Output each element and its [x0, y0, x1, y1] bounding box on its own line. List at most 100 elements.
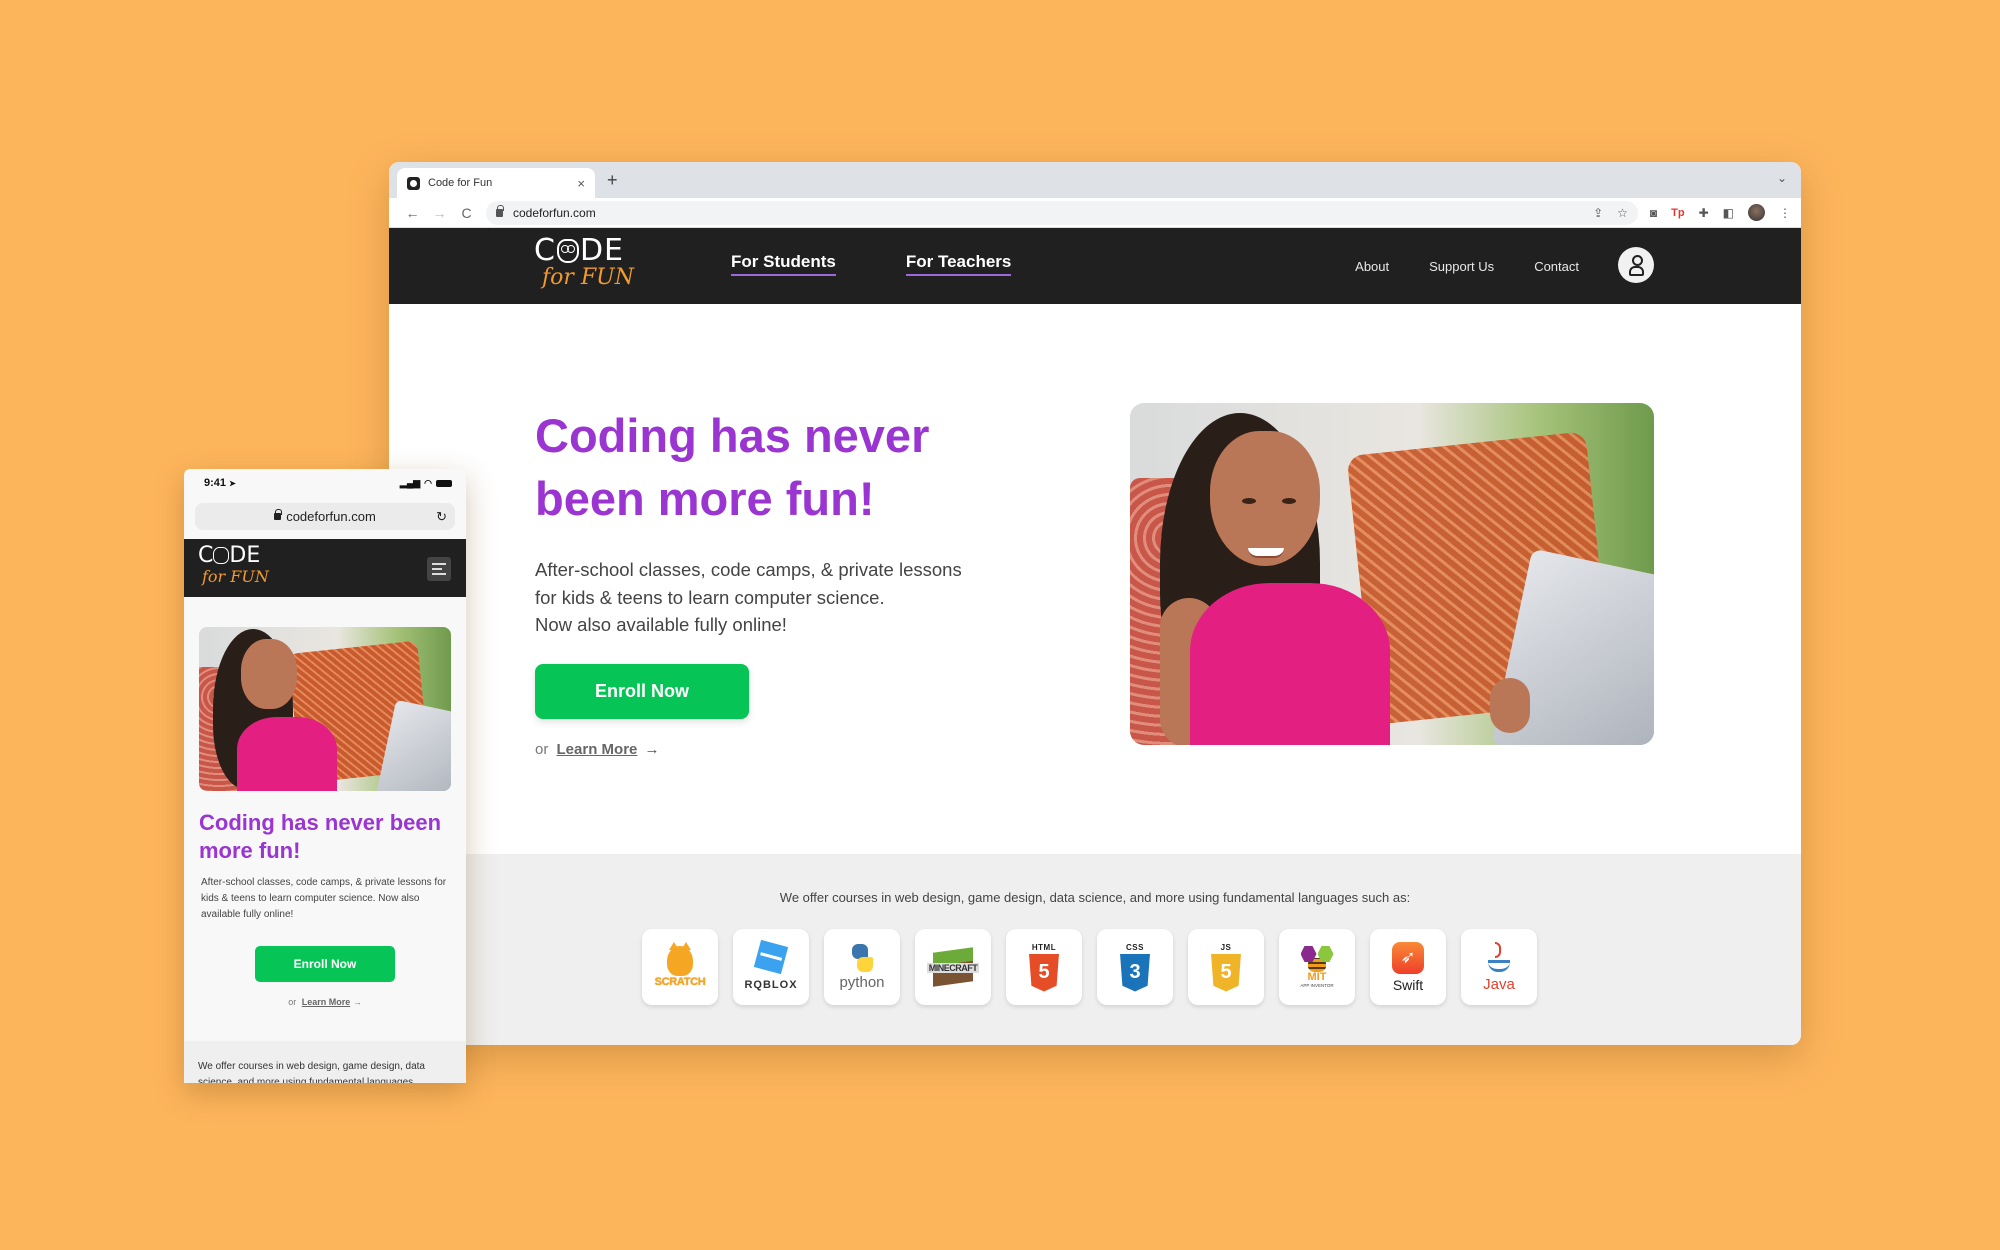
- profile-avatar[interactable]: [1748, 204, 1765, 221]
- logo-de: DE: [579, 233, 625, 268]
- languages-section: We offer courses in web design, game des…: [389, 854, 1801, 1045]
- url-text: codeforfun.com: [513, 205, 596, 220]
- nav-for-students[interactable]: For Students: [731, 252, 836, 276]
- lang-card-css[interactable]: CSS 3: [1097, 929, 1173, 1005]
- desktop-browser-window: Code for Fun × + ⌄ ← → C codeforfun.com …: [389, 162, 1801, 1045]
- logo-c: C: [534, 233, 556, 268]
- lang-card-python[interactable]: python: [824, 929, 900, 1005]
- nav-about[interactable]: About: [1355, 259, 1389, 274]
- hero-subtitle-line: Now also available fully online!: [535, 614, 787, 635]
- kebab-menu-icon[interactable]: ⋮: [1779, 206, 1791, 220]
- lang-label: RQBLOX: [744, 979, 798, 991]
- side-panel-icon[interactable]: ◧: [1723, 206, 1734, 220]
- hero-subtitle-line: After-school classes, code camps, & priv…: [535, 559, 962, 580]
- mobile-hero-title: Coding has never been more fun!: [199, 810, 442, 863]
- star-icon[interactable]: ☆: [1617, 206, 1628, 220]
- enroll-now-button[interactable]: Enroll Now: [535, 664, 749, 719]
- back-button[interactable]: ←: [399, 205, 426, 221]
- lang-label: HTML: [1031, 942, 1057, 952]
- mobile-site-header: C DE for FUN: [184, 539, 466, 597]
- mobile-learn-more-link[interactable]: Learn More: [302, 997, 351, 1007]
- java-coffee-cup-icon: [1486, 941, 1512, 976]
- new-tab-button[interactable]: +: [607, 170, 618, 191]
- lang-card-scratch[interactable]: SCRATCH: [642, 929, 718, 1005]
- status-icons: ▂▄▆ ◠: [400, 478, 452, 489]
- photo-hand: [1490, 678, 1530, 733]
- reload-icon[interactable]: ↻: [436, 509, 447, 525]
- hero-subtitle: After-school classes, code camps, & priv…: [535, 556, 1035, 639]
- html5-shield-icon: 5: [1029, 953, 1059, 992]
- js-shield-icon: 5: [1211, 953, 1241, 992]
- languages-caption: We offer courses in web design, game des…: [779, 890, 1411, 905]
- swift-bird-icon: ➶: [1392, 941, 1424, 974]
- browser-tab[interactable]: Code for Fun ×: [397, 168, 595, 198]
- lang-card-mit-app-inventor[interactable]: MIT APP INVENTOR: [1279, 929, 1355, 1005]
- ios-status-bar: 9:41 ➤ ▂▄▆ ◠: [184, 469, 466, 497]
- account-user-icon[interactable]: [1618, 247, 1654, 283]
- learn-more-row: or Learn More →: [535, 741, 660, 758]
- address-bar[interactable]: codeforfun.com ⇪ ☆: [486, 200, 1638, 225]
- extensions-area: ◙ Tp ✚ ◧ ⋮: [1650, 204, 1791, 221]
- tab-title: Code for Fun: [428, 177, 493, 189]
- share-icon[interactable]: ⇪: [1593, 206, 1603, 220]
- languages-grid: SCRATCH RQBLOX python MINECRAFT HTML 5 C…: [642, 929, 1537, 1005]
- nav-support-us[interactable]: Support Us: [1429, 259, 1494, 274]
- site-header: C DE for FUN For Students For Teachers Ab…: [389, 228, 1801, 304]
- hamburger-menu-icon[interactable]: [427, 557, 451, 581]
- reload-button[interactable]: C: [453, 205, 480, 221]
- learn-more-link[interactable]: Learn More: [557, 741, 638, 758]
- logo-tagline: for FUN: [542, 265, 634, 290]
- lang-card-java[interactable]: Java: [1461, 929, 1537, 1005]
- mobile-languages-section: We offer courses in web design, game des…: [184, 1041, 466, 1083]
- photo-smile: [1248, 548, 1284, 558]
- mobile-phone-preview: 9:41 ➤ ▂▄▆ ◠ codeforfun.com ↻ C DE for FU…: [184, 469, 466, 1083]
- owl-favicon-icon: [407, 176, 420, 190]
- lang-label: CSS: [1126, 942, 1144, 952]
- cellular-signal-icon: ▂▄▆: [399, 477, 421, 488]
- owl-icon: [213, 547, 230, 564]
- lang-card-minecraft[interactable]: MINECRAFT: [915, 929, 991, 1005]
- code-for-fun-logo[interactable]: C DE for FUN: [534, 236, 644, 296]
- hero-section: Coding has never been more fun! After-sc…: [389, 304, 1801, 854]
- status-time: 9:41 ➤: [204, 477, 236, 489]
- roblox-logo-icon: [753, 939, 789, 975]
- lang-card-js[interactable]: JS 5: [1188, 929, 1264, 1005]
- lang-label: Swift: [1392, 976, 1424, 993]
- time-text: 9:41: [204, 477, 227, 489]
- nav-contact[interactable]: Contact: [1534, 259, 1579, 274]
- puzzle-icon[interactable]: ✚: [1699, 206, 1709, 220]
- lang-card-swift[interactable]: ➶ Swift: [1370, 929, 1446, 1005]
- lang-sublabel: APP INVENTOR: [1300, 983, 1334, 988]
- hero-subtitle-line: for kids & teens to learn computer scien…: [535, 586, 885, 608]
- css3-shield-icon: 3: [1120, 953, 1150, 992]
- or-label: or: [535, 741, 549, 758]
- scratch-cat-icon: [667, 942, 693, 976]
- mobile-learn-more-row: or Learn More →: [184, 997, 466, 1007]
- code-for-fun-logo[interactable]: C DE for FUN: [198, 543, 269, 587]
- mobile-hero-photo: [199, 627, 451, 791]
- forward-button[interactable]: →: [426, 205, 453, 221]
- secondary-nav: About Support Us Contact: [1355, 259, 1579, 274]
- mobile-languages-caption: We offer courses in web design, game des…: [198, 1061, 425, 1083]
- close-tab-icon[interactable]: ×: [577, 176, 585, 191]
- photo-pink-top: [1190, 583, 1390, 745]
- mobile-address-bar[interactable]: codeforfun.com ↻: [195, 503, 455, 530]
- tp-extension-icon[interactable]: Tp: [1671, 207, 1684, 219]
- logo-c: C: [198, 543, 214, 568]
- lang-label: MINECRAFT: [926, 963, 980, 973]
- lang-label: MIT: [1307, 971, 1327, 983]
- python-logo-icon: [850, 943, 874, 972]
- tab-search-chevron-icon[interactable]: ⌄: [1777, 171, 1787, 185]
- lang-card-roblox[interactable]: RQBLOX: [733, 929, 809, 1005]
- lang-card-html[interactable]: HTML 5: [1006, 929, 1082, 1005]
- mobile-enroll-now-button[interactable]: Enroll Now: [255, 946, 395, 982]
- browser-toolbar: ← → C codeforfun.com ⇪ ☆ ◙ Tp ✚ ◧ ⋮: [389, 198, 1801, 228]
- photo-face: [1210, 431, 1320, 566]
- camera-icon[interactable]: ◙: [1650, 206, 1657, 220]
- lock-icon: [274, 509, 283, 520]
- photo-eye: [1242, 498, 1256, 504]
- lock-icon: [496, 204, 504, 217]
- nav-for-teachers[interactable]: For Teachers: [905, 252, 1012, 276]
- lang-label: JS: [1220, 942, 1232, 952]
- lang-label: SCRATCH: [654, 976, 706, 988]
